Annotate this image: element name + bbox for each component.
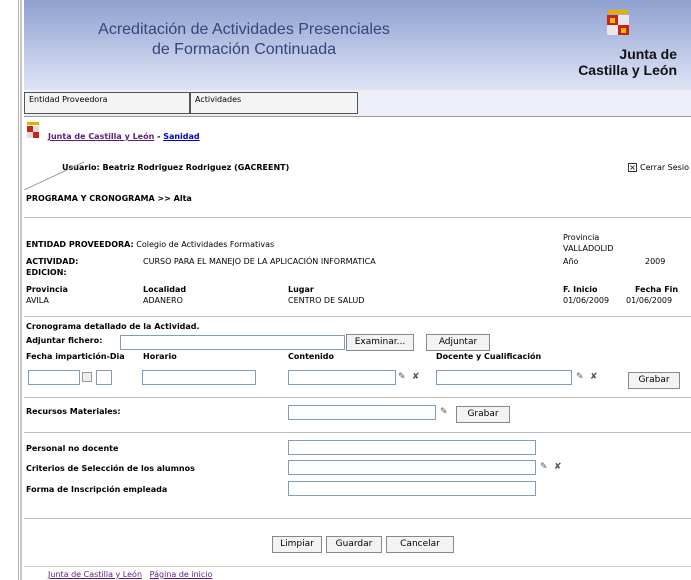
anio-label: Año [563,257,579,266]
browse-button[interactable]: Examinar... [346,334,414,351]
lugar-value: CENTRO DE SALUD [288,296,365,305]
tab-actividades[interactable]: Actividades [190,92,358,114]
app-title-line2: de Formación Continuada [151,41,337,58]
schedule-heading: Cronograma detallado de la Actividad. [26,322,200,331]
clear-icon[interactable]: ✘ [554,462,562,472]
edit-icon[interactable]: ✎ [576,372,584,382]
breadcrumb-section-link[interactable]: Sanidad [163,132,199,141]
calendar-icon[interactable] [82,372,92,382]
col-contenido-label: Contenido [288,352,334,361]
clear-icon[interactable]: ✘ [412,372,420,382]
finicio-label: F. Inicio [563,285,598,294]
divider [24,316,691,317]
tab-label: Actividades [195,95,242,104]
breadcrumb-home-link[interactable]: Junta de Castilla y León [48,132,154,141]
save-button[interactable]: Guardar [326,536,382,553]
entity-provincia-value: VALLADOLID [563,244,614,253]
edicion-label: EDICION: [26,268,67,277]
app-title-line1: Acreditación de Actividades Presenciales [98,21,390,38]
divider [24,397,691,398]
edit-icon[interactable]: ✎ [440,407,448,417]
save-resources-button[interactable]: Grabar [456,406,510,423]
contenido-input[interactable] [288,370,396,385]
clear-button[interactable]: Limpiar [272,536,322,553]
resources-label: Recursos Materiales: [26,407,121,416]
edit-icon[interactable]: ✎ [540,462,548,472]
day-input[interactable] [96,370,112,385]
breadcrumb-separator: - [154,132,164,141]
forma-input[interactable] [288,481,536,496]
localidad-label: Localidad [143,285,187,294]
footer-junta-link[interactable]: Junta de Castilla y León [48,570,142,579]
horario-input[interactable] [142,370,256,385]
entity-label: ENTIDAD PROVEEDORA: [26,240,134,249]
file-path-input[interactable] [120,335,345,350]
brand-logo: Junta de Castilla y León [563,10,683,80]
page-title: PROGRAMA Y CRONOGRAMA >> Alta [26,194,192,203]
criterios-label: Criterios de Selección de los alumnos [26,464,195,473]
ffin-label: Fecha Fin [635,285,679,294]
location-provincia-label: Provincia [26,285,68,294]
col-horario-label: Horario [143,352,177,361]
app-title: Acreditación de Actividades Presenciales… [64,20,424,60]
forma-label: Forma de Inscripción empleada [26,485,168,494]
actividad-label: ACTIVIDAD: [26,257,79,266]
location-provincia-value: AVILA [26,296,49,305]
coat-of-arms-icon [607,10,629,35]
attach-button[interactable]: Adjuntar [426,334,490,351]
attach-label: Adjuntar fichero: [26,336,103,345]
user-info: Usuario: Beatriz Rodriguez Rodriguez (GA… [62,163,290,172]
col-fecha-label: Fecha impartición-Dia [26,352,125,361]
tab-entidad-proveedora[interactable]: Entidad Proveedora [24,92,190,114]
logout-link[interactable]: Cerrar Sesio [640,163,689,172]
breadcrumb: Junta de Castilla y León - Sanidad [48,132,200,141]
finicio-value: 01/06/2009 [563,296,610,305]
col-docente-label: Docente y Cualificación [436,352,542,361]
resources-input[interactable] [288,405,436,420]
clear-icon[interactable]: ✘ [590,372,598,382]
personal-input[interactable] [288,440,536,455]
entity-value: Colegio de Actividades Formativas [136,240,275,249]
divider [24,518,691,519]
localidad-value: ADANERO [143,296,183,305]
docente-input[interactable] [436,370,572,385]
tab-bar: Entidad Proveedora Actividades [24,90,691,117]
edit-icon[interactable]: ✎ [398,372,406,382]
actividad-value: CURSO PARA EL MANEJO DE LA APLICACIÓN IN… [143,257,376,266]
date-input[interactable] [28,370,80,385]
lugar-label: Lugar [288,285,314,294]
left-divider [20,0,22,580]
entity-row: ENTIDAD PROVEEDORA: Colegio de Actividad… [26,240,274,249]
cancel-button[interactable]: Cancelar [386,536,454,553]
anio-value: 2009 [645,257,666,266]
entity-provincia-label: Provincia [563,233,600,242]
app-header: Acreditación de Actividades Presenciales… [24,0,691,90]
ffin-value: 01/06/2009 [626,296,673,305]
save-schedule-button[interactable]: Grabar [628,372,680,389]
divider [24,566,691,567]
criterios-input[interactable] [288,460,536,475]
divider [24,432,691,433]
divider [24,217,691,218]
close-icon[interactable]: × [628,163,637,172]
tab-label: Entidad Proveedora [29,95,108,104]
footer: Junta de Castilla y León Página de inici… [48,570,212,579]
footer-home-link[interactable]: Página de inicio [150,570,213,579]
brand-line1: Junta de [619,46,677,62]
personal-label: Personal no docente [26,444,119,453]
decorative-diagonal [24,161,84,190]
brand-line2: Castilla y León [578,62,677,78]
left-margin [0,0,19,580]
small-coat-of-arms-icon [27,122,39,138]
